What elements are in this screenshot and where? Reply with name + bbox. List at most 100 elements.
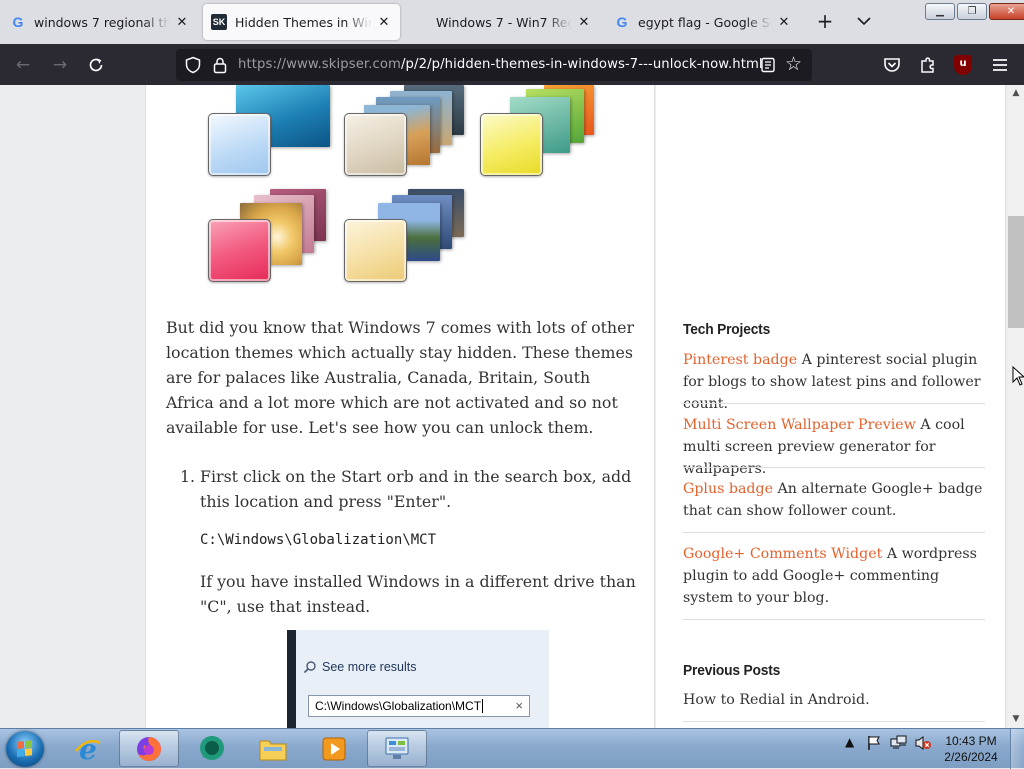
tab-title: Hidden Themes in Windows 7 xyxy=(235,14,372,30)
mouse-pointer-icon xyxy=(1012,366,1024,386)
show-hidden-icons-arrow-icon[interactable]: ▲ xyxy=(845,735,854,749)
file-explorer-folder-icon[interactable] xyxy=(243,730,303,767)
see-more-results-label: See more results xyxy=(303,660,416,674)
tab-windows-7-regional-themes[interactable]: G windows 7 regional themes ✕ xyxy=(2,4,198,40)
search-icon xyxy=(303,661,316,674)
article-column: But did you know that Windows 7 comes wi… xyxy=(145,85,655,728)
divider xyxy=(683,403,985,404)
previous-post-link[interactable]: How to Redial in Android. xyxy=(683,689,985,711)
page-scrollbar[interactable]: ▲ ▼ xyxy=(1008,85,1024,728)
lock-icon[interactable] xyxy=(212,56,228,74)
tracking-protection-shield-icon[interactable] xyxy=(184,56,202,74)
steps-list: 1. First click on the Start orb and in t… xyxy=(180,464,636,619)
clock-time: 10:43 PM xyxy=(945,734,997,748)
project-item: Multi Screen Wallpaper Preview A cool mu… xyxy=(683,414,985,480)
firefox-taskbar-icon[interactable] xyxy=(119,730,179,767)
project-link-google-comments-widget[interactable]: Google+ Comments Widget xyxy=(683,546,887,562)
chat-app-icon[interactable] xyxy=(182,730,242,767)
tab-egypt-flag-search[interactable]: G egypt flag - Google Search ✕ xyxy=(606,4,800,40)
url-path: /p/2/p/hidden-themes-in-windows-7---unlo… xyxy=(401,57,763,72)
show-desktop-button[interactable] xyxy=(1010,729,1024,769)
step-1-note: If you have installed Windows in a diffe… xyxy=(200,572,636,616)
clock-date: 2/26/2024 xyxy=(944,750,998,764)
page-viewport: But did you know that Windows 7 comes wi… xyxy=(0,85,1008,728)
control-panel-icon[interactable] xyxy=(367,730,427,767)
network-icon[interactable] xyxy=(890,735,908,751)
project-item: Pinterest badge A pinterest social plugi… xyxy=(683,349,985,415)
windows-logo-icon xyxy=(17,740,33,758)
close-tab-icon[interactable]: ✕ xyxy=(576,14,592,30)
divider xyxy=(683,532,985,533)
ublock-origin-icon[interactable]: u xyxy=(954,55,972,75)
sidebar: Tech Projects Pinterest badge A pinteres… xyxy=(656,85,1006,728)
start-orb-icon[interactable] xyxy=(6,731,44,767)
skipser-sk-icon: SK xyxy=(211,14,227,30)
start-menu-edge xyxy=(287,630,296,728)
tab-win7-regional-themes[interactable]: Windows 7 - Win7 Regional Themes ✕ xyxy=(404,4,600,40)
restore-icon[interactable]: ❐ xyxy=(957,3,987,20)
system-clock[interactable]: 10:43 PM 2/26/2024 xyxy=(940,733,1002,765)
tab-title: egypt flag - Google Search xyxy=(638,14,772,30)
intro-paragraph: But did you know that Windows 7 comes wi… xyxy=(166,318,634,437)
clear-search-icon: × xyxy=(515,698,523,713)
scroll-down-arrow-icon[interactable]: ▼ xyxy=(1010,713,1022,725)
tab-hidden-themes[interactable]: SK Hidden Themes in Windows 7 ✕ xyxy=(203,4,400,40)
sky-color-swatch xyxy=(208,113,271,176)
step-number: 1. xyxy=(180,467,196,486)
window-caption-buttons: ▁ ❐ ✕ xyxy=(925,3,1024,20)
internet-explorer-icon[interactable]: e xyxy=(58,730,118,767)
pocket-icon[interactable] xyxy=(882,55,902,75)
close-tab-icon[interactable]: ✕ xyxy=(174,14,190,30)
divider xyxy=(683,467,985,468)
svg-text:e: e xyxy=(79,734,97,764)
scroll-up-arrow-icon[interactable]: ▲ xyxy=(1010,87,1022,99)
tech-projects-heading: Tech Projects xyxy=(683,321,771,338)
previous-posts-heading: Previous Posts xyxy=(683,662,781,679)
article-body: But did you know that Windows 7 comes wi… xyxy=(166,315,636,619)
extensions-puzzle-icon[interactable] xyxy=(918,55,938,75)
tab-title: windows 7 regional themes xyxy=(34,14,170,30)
divider xyxy=(683,721,985,722)
tab-strip: G windows 7 regional themes ✕ SK Hidden … xyxy=(0,0,1024,44)
theme-thumbnails-image xyxy=(146,85,656,295)
start-menu-screenshot-image: See more results C:\Windows\Globalizatio… xyxy=(287,630,549,728)
see-more-results-text: See more results xyxy=(322,660,417,674)
step-1-text: First click on the Start orb and in the … xyxy=(200,467,632,511)
reload-icon[interactable] xyxy=(84,53,108,77)
bookmark-star-icon[interactable]: ☆ xyxy=(785,53,802,75)
action-center-flag-icon[interactable] xyxy=(866,735,882,751)
pink-color-swatch xyxy=(208,219,271,282)
divider xyxy=(683,619,985,620)
address-bar[interactable]: https://www.skipser.com/p/2/p/hidden-the… xyxy=(176,49,812,81)
project-item: Gplus badge An alternate Google+ badge t… xyxy=(683,478,985,522)
project-link-pinterest-badge[interactable]: Pinterest badge xyxy=(683,352,802,368)
scrollbar-thumb[interactable] xyxy=(1008,216,1024,328)
project-item: Google+ Comments Widget A wordpress plug… xyxy=(683,543,985,609)
step-1-code: C:\Windows\Globalization\MCT xyxy=(200,532,437,548)
reader-view-icon[interactable] xyxy=(760,57,776,73)
sand-color-swatch xyxy=(344,113,407,176)
url-text[interactable]: https://www.skipser.com/p/2/p/hidden-the… xyxy=(238,57,763,72)
url-host: https://www.skipser.com xyxy=(238,57,402,72)
new-tab-plus-icon[interactable]: + xyxy=(813,10,837,34)
list-all-tabs-chevron-icon[interactable] xyxy=(852,10,876,34)
project-link-gplus-badge[interactable]: Gplus badge xyxy=(683,481,778,497)
forward-arrow-icon[interactable]: → xyxy=(48,53,72,77)
minimize-icon[interactable]: ▁ xyxy=(925,3,955,20)
back-arrow-icon[interactable]: ← xyxy=(11,53,35,77)
navigation-toolbar: ← → https://www.skipser.com/p/2/p/hidden… xyxy=(0,44,1024,106)
cream-color-swatch xyxy=(344,219,407,282)
google-g-icon: G xyxy=(616,14,628,30)
project-link-multi-screen-wallpaper[interactable]: Multi Screen Wallpaper Preview xyxy=(683,417,920,433)
volume-muted-icon[interactable] xyxy=(914,735,932,751)
windows-flag-icon xyxy=(412,14,428,30)
close-tab-icon[interactable]: ✕ xyxy=(376,14,392,30)
hamburger-menu-icon[interactable] xyxy=(990,55,1010,75)
close-window-icon[interactable]: ✕ xyxy=(989,3,1024,20)
tab-title: Windows 7 - Win7 Regional Themes xyxy=(436,14,572,30)
close-tab-icon[interactable]: ✕ xyxy=(776,14,792,30)
windows-taskbar: e ▲ 10:43 PM 2/26/2024 xyxy=(0,728,1024,769)
yellow-color-swatch xyxy=(480,113,543,176)
start-search-box: C:\Windows\Globalization\MCT × xyxy=(308,695,530,717)
media-player-icon[interactable] xyxy=(304,730,364,767)
